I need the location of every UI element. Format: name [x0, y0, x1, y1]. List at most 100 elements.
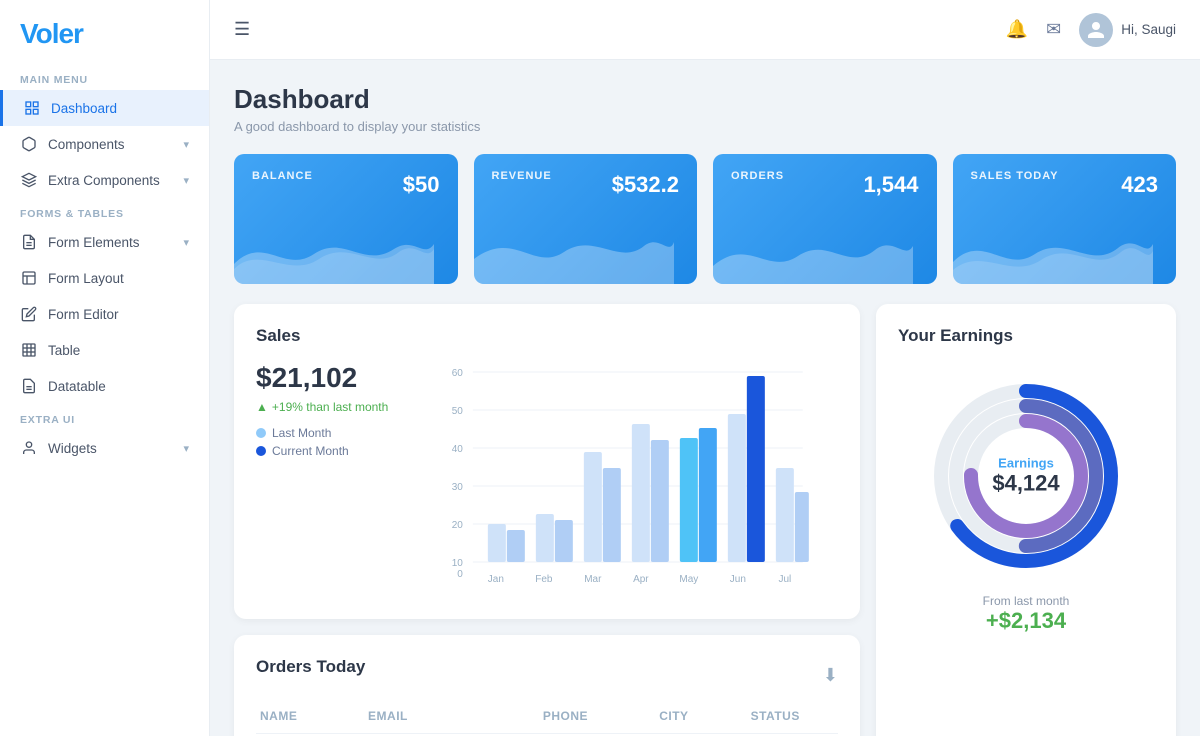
datatable-icon: [20, 377, 38, 395]
col-status: Status: [751, 709, 834, 723]
stat-label: Balance: [252, 170, 313, 182]
orders-card: Orders Today ⬇ Name Email Phone City Sta…: [234, 635, 860, 736]
svg-text:0: 0: [458, 569, 464, 580]
page-subtitle: A good dashboard to display your statist…: [234, 119, 1176, 134]
user-avatar-button[interactable]: Hi, Saugi: [1079, 13, 1176, 47]
topbar: ☰ 🔔 ✉ Hi, Saugi: [210, 0, 1200, 60]
sidebar-item-widgets[interactable]: Widgets ▾: [0, 430, 209, 466]
svg-text:Apr: Apr: [633, 574, 649, 585]
svg-text:50: 50: [452, 406, 464, 417]
sidebar-item-components[interactable]: Components ▾: [0, 126, 209, 162]
section-label-extra: Extra UI: [0, 404, 209, 430]
sidebar-item-form-editor[interactable]: Form Editor: [0, 296, 209, 332]
sidebar-item-label: Datatable: [48, 379, 189, 394]
stat-card-orders: Orders 1,544: [713, 154, 937, 284]
sidebar-item-form-elements[interactable]: Form Elements ▾: [0, 224, 209, 260]
sidebar-item-label: Components: [48, 137, 183, 152]
sidebar-item-table[interactable]: Table: [0, 332, 209, 368]
svg-text:30: 30: [452, 482, 464, 493]
sidebar-item-label: Table: [48, 343, 189, 358]
hamburger-menu[interactable]: ☰: [234, 19, 250, 40]
stat-card-revenue: Revenue $532.2: [474, 154, 698, 284]
svg-text:60: 60: [452, 368, 464, 379]
stat-cards-grid: Balance $50 Revenue $532.2: [234, 154, 1176, 284]
sales-amount: $21,102: [256, 362, 388, 394]
section-label-forms: Forms & Tables: [0, 198, 209, 224]
sales-left: $21,102 ▲ +19% than last month Last Mont…: [256, 362, 388, 462]
donut-label: Earnings: [992, 456, 1059, 471]
sidebar-item-label: Extra Components: [48, 173, 183, 188]
sidebar-section-extra: Extra UI Widgets ▾: [0, 404, 209, 466]
svg-text:40: 40: [452, 444, 464, 455]
trend-text: +19% than last month: [272, 400, 388, 414]
sidebar-item-extra-components[interactable]: Extra Components ▾: [0, 162, 209, 198]
legend-label: Current Month: [272, 444, 349, 458]
main-area: ☰ 🔔 ✉ Hi, Saugi Dashboard A good dashboa…: [210, 0, 1200, 736]
download-icon[interactable]: ⬇: [823, 665, 838, 686]
orders-title: Orders Today: [256, 657, 365, 677]
layout-icon: [20, 269, 38, 287]
sidebar-item-dashboard[interactable]: Dashboard: [0, 90, 209, 126]
trend-arrow: ▲: [256, 400, 268, 414]
col-email: Email: [368, 709, 535, 723]
grid-icon: [23, 99, 41, 117]
svg-text:Mar: Mar: [585, 574, 603, 585]
sidebar-section-forms: Forms & Tables Form Elements ▾ Form Layo…: [0, 198, 209, 404]
avatar: [1079, 13, 1113, 47]
layers-icon: [20, 171, 38, 189]
earnings-title: Your Earnings: [898, 326, 1013, 346]
svg-text:10: 10: [452, 558, 464, 569]
stat-label: Orders: [731, 170, 784, 182]
chevron-down-icon: ▾: [183, 174, 189, 187]
orders-header: Orders Today ⬇: [256, 657, 838, 693]
donut-value: $4,124: [992, 471, 1059, 497]
legend-last-month: Last Month: [256, 426, 388, 440]
legend-label: Last Month: [272, 426, 331, 440]
stat-card-balance: Balance $50: [234, 154, 458, 284]
sales-trend: ▲ +19% than last month: [256, 400, 388, 414]
table-icon: [20, 341, 38, 359]
notification-icon[interactable]: 🔔: [1006, 19, 1028, 40]
sidebar-item-label: Dashboard: [51, 101, 189, 116]
chevron-down-icon: ▾: [183, 236, 189, 249]
stat-value: $50: [403, 172, 440, 198]
sales-layout: $21,102 ▲ +19% than last month Last Mont…: [256, 362, 838, 597]
col-name: Name: [260, 709, 360, 723]
svg-text:Jul: Jul: [779, 574, 792, 585]
stat-value: $532.2: [612, 172, 679, 198]
box-icon: [20, 135, 38, 153]
chevron-down-icon: ▾: [183, 442, 189, 455]
svg-text:Jan: Jan: [488, 574, 504, 585]
sidebar-item-label: Widgets: [48, 441, 183, 456]
page-content: Dashboard A good dashboard to display yo…: [210, 60, 1200, 736]
from-label: From last month: [983, 594, 1070, 608]
stat-label: Revenue: [492, 170, 552, 182]
svg-text:Jun: Jun: [730, 574, 746, 585]
file-text-icon: [20, 233, 38, 251]
page-title: Dashboard: [234, 84, 1176, 115]
section-label-main: Main Menu: [0, 64, 209, 90]
legend-dot-current: [256, 446, 266, 456]
orders-table-header: Name Email Phone City Status: [256, 709, 838, 734]
stat-label: Sales Today: [971, 170, 1059, 182]
stat-value: 423: [1121, 172, 1158, 198]
sidebar-item-form-layout[interactable]: Form Layout: [0, 260, 209, 296]
sales-title: Sales: [256, 326, 838, 346]
col-city: City: [659, 709, 742, 723]
mail-icon[interactable]: ✉: [1046, 19, 1061, 40]
sales-card: Sales $21,102 ▲ +19% than last month Las…: [234, 304, 860, 619]
svg-text:May: May: [680, 574, 699, 585]
user-icon: [20, 439, 38, 457]
topbar-greeting: Hi, Saugi: [1121, 22, 1176, 37]
stat-card-sales-today: Sales Today 423: [953, 154, 1177, 284]
chevron-down-icon: ▾: [183, 138, 189, 151]
legend-dot-last: [256, 428, 266, 438]
donut-chart: Earnings $4,124: [926, 376, 1126, 576]
sidebar: Voler Main Menu Dashboard Components ▾ E…: [0, 0, 210, 736]
topbar-right: 🔔 ✉ Hi, Saugi: [1006, 13, 1176, 47]
from-last-month: From last month +$2,134: [983, 594, 1070, 634]
sidebar-section-main: Main Menu Dashboard Components ▾ Extra C…: [0, 64, 209, 198]
sidebar-item-datatable[interactable]: Datatable: [0, 368, 209, 404]
app-logo: Voler: [0, 0, 209, 64]
edit-icon: [20, 305, 38, 323]
